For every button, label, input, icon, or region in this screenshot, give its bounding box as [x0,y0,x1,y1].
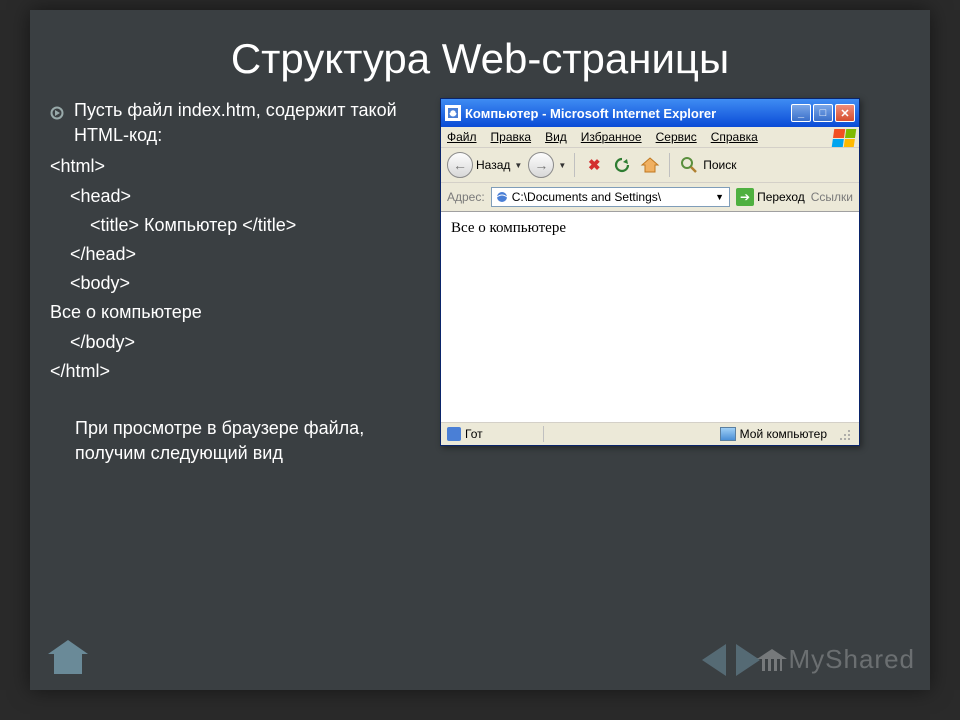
menubar: Файл Правка Вид Избранное Сервис Справка [441,127,859,148]
address-input[interactable]: C:\Documents and Settings\ ▼ [491,187,730,207]
separator [574,153,575,177]
content-area: Пусть файл index.htm, содержит такой HTM… [30,98,930,466]
ie-small-icon [447,427,461,441]
menu-favorites[interactable]: Избранное [581,130,642,144]
status-text: Гот [465,427,483,441]
windows-flag-icon [832,129,857,147]
right-column: Компьютер - Microsoft Internet Explorer … [430,98,910,466]
slide-nav [702,644,760,676]
ie-icon [445,105,461,121]
go-button[interactable]: ➔ Переход [736,188,805,206]
note-text: При просмотре в браузере файла, получим … [50,386,430,466]
separator [543,426,544,442]
code-line: <body> [50,269,430,298]
stop-button[interactable]: ✖ [583,154,605,176]
status-zone: Мой компьютер [720,427,827,441]
go-arrow-icon: ➔ [736,188,754,206]
links-label[interactable]: Ссылки [811,190,853,204]
forward-button[interactable]: → ▼ [528,152,566,178]
page-icon [495,190,509,204]
statusbar: Гот Мой компьютер [441,422,859,445]
go-label: Переход [757,190,805,204]
page-body-text: Все о компьютере [451,220,566,236]
menu-tools[interactable]: Сервис [656,130,697,144]
chevron-down-icon: ▼ [514,161,522,170]
address-value: C:\Documents and Settings\ [512,190,710,204]
maximize-button[interactable]: □ [813,104,833,122]
address-label: Адрес: [447,190,485,204]
menu-file[interactable]: Файл [447,130,477,144]
bullet-item: Пусть файл index.htm, содержит такой HTM… [50,98,430,148]
code-line: <head> [50,182,430,211]
watermark-icon [757,649,787,673]
refresh-button[interactable] [611,154,633,176]
forward-icon: → [528,152,554,178]
left-column: Пусть файл index.htm, содержит такой HTM… [50,98,430,466]
code-line: </html> [50,357,430,386]
bullet-icon [50,102,64,127]
prev-slide-button[interactable] [702,644,726,676]
back-button[interactable]: ← Назад ▼ [447,152,522,178]
window-buttons: _ □ ✕ [791,104,855,122]
home-nav-button[interactable] [48,640,88,676]
my-computer-icon [720,427,736,441]
page-content: Все о компьютере [441,212,859,422]
code-line: </body> [50,328,430,357]
menu-help[interactable]: Справка [711,130,758,144]
chevron-down-icon: ▼ [558,161,566,170]
separator [669,153,670,177]
code-line: </head> [50,240,430,269]
window-title: Компьютер - Microsoft Internet Explorer [465,106,791,121]
slide-title: Структура Web-страницы [30,10,930,98]
zone-text: Мой компьютер [740,427,827,441]
watermark: MyShared [757,644,916,675]
minimize-button[interactable]: _ [791,104,811,122]
watermark-text: MyShared [789,644,916,674]
resize-grip[interactable] [839,427,853,441]
code-line: <title> Компьютер </title> [50,211,430,240]
addressbar: Адрес: C:\Documents and Settings\ ▼ ➔ Пе… [441,183,859,212]
back-icon: ← [447,152,473,178]
back-label: Назад [476,158,510,172]
titlebar: Компьютер - Microsoft Internet Explorer … [441,99,859,127]
close-button[interactable]: ✕ [835,104,855,122]
search-button[interactable]: Поиск [678,154,736,176]
address-dropdown-icon[interactable]: ▼ [713,192,726,202]
slide-frame: Структура Web-страницы Пусть файл index.… [30,10,930,690]
status-left: Гот [447,427,537,441]
search-label: Поиск [703,158,736,172]
bullet-text: Пусть файл index.htm, содержит такой HTM… [74,98,430,148]
browser-window: Компьютер - Microsoft Internet Explorer … [440,98,860,446]
code-line: <html> [50,152,430,181]
home-button[interactable] [639,154,661,176]
menu-view[interactable]: Вид [545,130,567,144]
menu-edit[interactable]: Правка [491,130,532,144]
code-line: Все о компьютере [50,298,430,327]
search-icon [678,154,700,176]
toolbar: ← Назад ▼ → ▼ ✖ [441,148,859,183]
